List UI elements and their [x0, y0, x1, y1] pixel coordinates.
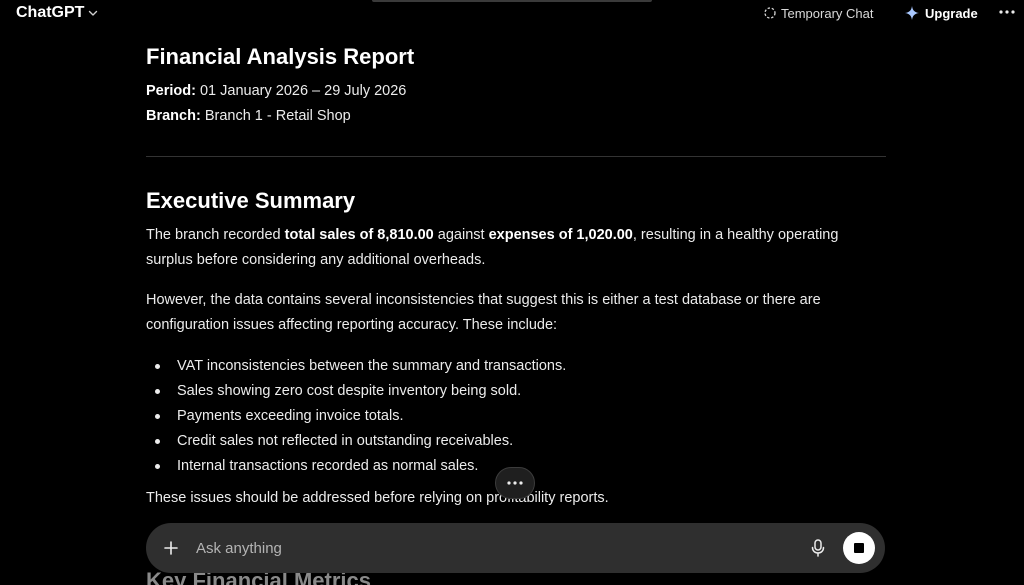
top-bar: ChatGPT Temporary Chat Upgrade — [0, 0, 1024, 26]
chevron-down-icon — [89, 10, 98, 16]
microphone-icon — [811, 539, 825, 557]
message-input[interactable] — [196, 535, 776, 561]
sparkle-icon — [905, 6, 919, 20]
bullet — [155, 364, 160, 369]
bullet — [155, 414, 160, 419]
list-item: Sales showing zero cost despite inventor… — [146, 379, 876, 404]
period-value: 01 January 2026 – 29 July 2026 — [199, 83, 407, 99]
top-edge-indicator — [372, 0, 652, 2]
plus-icon — [164, 541, 178, 555]
total-sales-value: total sales of 8,810.00 — [284, 227, 434, 243]
section-divider — [146, 156, 886, 157]
issue-text: VAT inconsistencies between the summary … — [177, 358, 567, 374]
branch-label: Branch: — [146, 108, 201, 124]
summary-paragraph-1: The branch recorded total sales of 8,810… — [146, 223, 876, 273]
model-name: ChatGPT — [16, 4, 85, 21]
dashed-circle-icon — [764, 7, 776, 19]
chat-page: ChatGPT Temporary Chat Upgrade Financial… — [0, 0, 1024, 585]
model-picker-button[interactable]: ChatGPT — [16, 3, 98, 23]
bullet — [155, 439, 160, 444]
list-item: VAT inconsistencies between the summary … — [146, 354, 876, 379]
issue-text: Sales showing zero cost despite inventor… — [177, 383, 522, 399]
executive-summary-heading: Executive Summary — [146, 188, 356, 213]
issues-list: VAT inconsistencies between the summary … — [146, 354, 876, 479]
report-title: Financial Analysis Report — [146, 44, 415, 69]
list-item: Payments exceeding invoice totals. — [146, 404, 876, 429]
summary-text: against — [433, 227, 489, 243]
temporary-chat-button[interactable]: Temporary Chat — [763, 4, 873, 22]
more-options-button[interactable] — [996, 3, 1018, 21]
summary-text: The branch recorded — [146, 227, 285, 243]
stop-icon — [854, 543, 864, 553]
temporary-chat-label: Temporary Chat — [781, 5, 874, 21]
issue-text: Credit sales not reflected in outstandin… — [177, 433, 514, 449]
upgrade-label: Upgrade — [925, 5, 978, 21]
branch-value: Branch 1 - Retail Shop — [204, 108, 351, 124]
bullet — [155, 464, 160, 469]
bullet — [155, 389, 160, 394]
more-horizontal-icon — [507, 481, 523, 485]
expenses-value: expenses of 1,020.00 — [488, 227, 633, 243]
summary-paragraph-2: However, the data contains several incon… — [146, 292, 821, 333]
issue-text: Payments exceeding invoice totals. — [177, 408, 404, 424]
more-horizontal-icon — [999, 10, 1015, 14]
stop-button[interactable] — [843, 532, 875, 564]
upgrade-button[interactable]: Upgrade — [904, 3, 978, 23]
branch-line: Branch: Branch 1 - Retail Shop — [146, 108, 351, 124]
dictate-button[interactable] — [806, 536, 830, 560]
message-actions-button[interactable] — [495, 467, 535, 499]
add-attachment-button[interactable] — [158, 535, 184, 561]
period-label: Period: — [146, 83, 196, 99]
composer — [146, 523, 885, 573]
issue-text: Internal transactions recorded as normal… — [177, 458, 479, 474]
period-line: Period: 01 January 2026 – 29 July 2026 — [146, 83, 406, 99]
list-item: Credit sales not reflected in outstandin… — [146, 429, 876, 454]
